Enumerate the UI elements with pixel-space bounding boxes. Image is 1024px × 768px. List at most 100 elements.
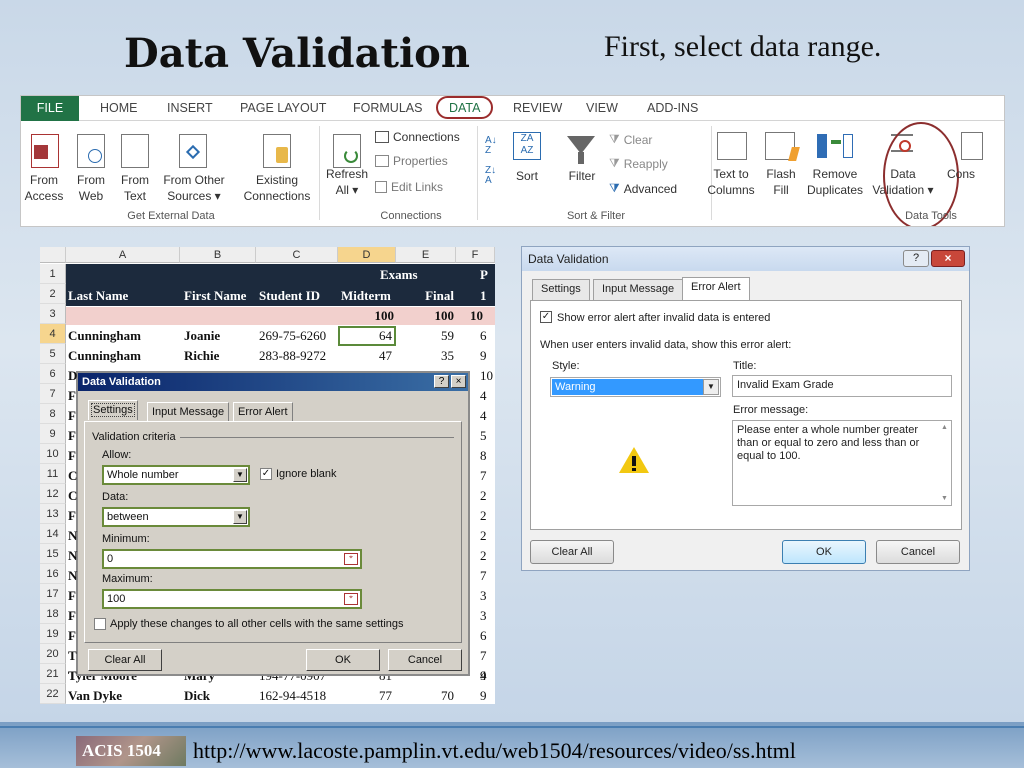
consolidate-button[interactable]: Cons <box>941 166 981 182</box>
help-button[interactable]: ? <box>903 250 929 267</box>
cell-p1[interactable]: 2 <box>480 508 487 524</box>
cell-final[interactable]: 70 <box>396 688 454 704</box>
column-header[interactable]: F <box>456 247 495 263</box>
cell-last-name[interactable]: Van Dyke <box>68 688 122 704</box>
cell-p1[interactable]: 4 <box>480 668 487 684</box>
range-picker-icon[interactable]: ⌖ <box>344 553 358 565</box>
header-first-name[interactable]: First Name <box>184 288 246 304</box>
column-header[interactable]: C <box>256 247 338 263</box>
cell-last-name-partial[interactable]: F <box>68 608 76 624</box>
row-header[interactable]: 2 <box>40 284 66 304</box>
cell-final[interactable]: 35 <box>396 348 454 364</box>
remove-duplicates-button[interactable]: Remove Duplicates <box>801 166 869 198</box>
tab-input-message[interactable]: Input Message <box>147 402 230 422</box>
row-header[interactable]: 9 <box>40 424 66 444</box>
cell-p1[interactable]: 2 <box>480 528 487 544</box>
cell-last-name-partial[interactable]: D <box>68 368 77 384</box>
tab-insert[interactable]: INSERT <box>167 101 213 115</box>
tab-file[interactable]: FILE <box>21 96 79 121</box>
cell-student-id[interactable]: 162-94-4518 <box>259 688 326 704</box>
row-header[interactable]: 15 <box>40 544 66 564</box>
cell-last-name-partial[interactable]: F <box>68 428 76 444</box>
ignore-blank-checkbox[interactable]: ✓ <box>260 468 272 480</box>
advanced-filter-button[interactable]: ⧩ Advanced <box>609 181 677 196</box>
cell-p1[interactable]: 2 <box>480 548 487 564</box>
header-last-name[interactable]: Last Name <box>68 288 128 304</box>
tab-input-message[interactable]: Input Message <box>593 279 684 300</box>
footer-url-link[interactable]: http://www.lacoste.pamplin.vt.edu/web150… <box>193 738 796 764</box>
clear-all-button[interactable]: Clear All <box>530 540 614 564</box>
cell-p1[interactable]: 7 <box>480 648 487 664</box>
maximum-input[interactable]: 100 ⌖ <box>102 589 362 609</box>
cell-midterm[interactable]: 47 <box>338 348 392 364</box>
existing-connections-button[interactable]: Existing Connections <box>237 172 317 204</box>
cell-p1[interactable]: 4 <box>480 408 487 424</box>
error-message-textarea[interactable]: Please enter a whole number greater than… <box>732 420 952 506</box>
row-header[interactable]: 5 <box>40 344 66 364</box>
tab-settings[interactable]: Settings <box>532 279 590 300</box>
text-to-columns-button[interactable]: Text to Columns <box>703 166 759 198</box>
row-header[interactable]: 20 <box>40 644 66 664</box>
header-p[interactable]: P <box>480 267 488 283</box>
header-p1[interactable]: 1 <box>480 288 487 304</box>
allow-select[interactable]: Whole number ▼ <box>102 465 250 485</box>
row-header[interactable]: 7 <box>40 384 66 404</box>
from-access-button[interactable]: From Access <box>21 172 67 204</box>
from-other-sources-button[interactable]: From Other Sources ▾ <box>158 172 230 204</box>
column-header[interactable]: E <box>396 247 456 263</box>
cell-midterm[interactable]: 77 <box>338 688 392 704</box>
tab-formulas[interactable]: FORMULAS <box>353 101 422 115</box>
tab-home[interactable]: HOME <box>100 101 138 115</box>
row-header[interactable]: 14 <box>40 524 66 544</box>
ok-button[interactable]: OK <box>306 649 380 671</box>
tab-review[interactable]: REVIEW <box>513 101 562 115</box>
column-header[interactable]: A <box>66 247 180 263</box>
column-header[interactable]: B <box>180 247 256 263</box>
title-input[interactable]: Invalid Exam Grade <box>732 375 952 397</box>
cell-last-name-partial[interactable]: C <box>68 488 77 504</box>
row-header[interactable]: 18 <box>40 604 66 624</box>
cell-p1[interactable]: 9 <box>480 348 487 364</box>
close-button[interactable]: × <box>931 250 965 267</box>
cell-p1[interactable]: 7 <box>480 468 487 484</box>
cell-first-name[interactable]: Dick <box>184 688 210 704</box>
header-midterm[interactable]: Midterm <box>341 288 391 304</box>
row-header[interactable]: 11 <box>40 464 66 484</box>
tab-settings[interactable]: Settings <box>88 400 138 420</box>
row-header[interactable]: 16 <box>40 564 66 584</box>
cell-last-name-partial[interactable]: F <box>68 628 76 644</box>
cell-last-name-partial[interactable]: F <box>68 448 76 464</box>
header-exams[interactable]: Exams <box>380 267 418 283</box>
tab-add-ins[interactable]: ADD-INS <box>647 101 698 115</box>
cell-last-name[interactable]: Cunningham <box>68 328 141 344</box>
help-button[interactable]: ? <box>434 375 449 388</box>
cell-p1[interactable]: 9 <box>480 688 487 704</box>
cell-first-name[interactable]: Joanie <box>184 328 220 344</box>
row-header[interactable]: 1 <box>40 264 66 284</box>
show-alert-checkbox[interactable]: ✓ <box>540 311 552 323</box>
max-final[interactable]: 100 <box>396 308 455 324</box>
cell-p1[interactable]: 6 <box>480 628 487 644</box>
connections-button[interactable]: Connections <box>375 130 460 144</box>
select-all-corner[interactable] <box>40 247 66 263</box>
row-header[interactable]: 13 <box>40 504 66 524</box>
from-text-button[interactable]: From Text <box>115 172 155 204</box>
cell-p1[interactable]: 2 <box>480 488 487 504</box>
minimum-input[interactable]: 0 ⌖ <box>102 549 362 569</box>
textarea-scrollbar[interactable]: ▲ ▼ <box>940 422 950 504</box>
flash-fill-button[interactable]: Flash Fill <box>761 166 801 198</box>
row-header[interactable]: 12 <box>40 484 66 504</box>
cell-p1[interactable]: 8 <box>480 448 487 464</box>
cell-last-name-partial[interactable]: N <box>68 528 77 544</box>
refresh-all-button[interactable]: Refresh All ▾ <box>323 166 371 198</box>
cancel-button[interactable]: Cancel <box>876 540 960 564</box>
apply-all-checkbox[interactable] <box>94 618 106 630</box>
data-select[interactable]: between ▼ <box>102 507 250 527</box>
cell-p1[interactable]: 3 <box>480 588 487 604</box>
cell-last-name-partial[interactable]: F <box>68 388 76 404</box>
sort-az-icon[interactable]: A↓ Z <box>485 136 497 156</box>
cell-p1[interactable]: 3 <box>480 608 487 624</box>
row-header[interactable]: 17 <box>40 584 66 604</box>
header-student-id[interactable]: Student ID <box>259 288 320 304</box>
cell-last-name-partial[interactable]: T <box>68 668 77 684</box>
